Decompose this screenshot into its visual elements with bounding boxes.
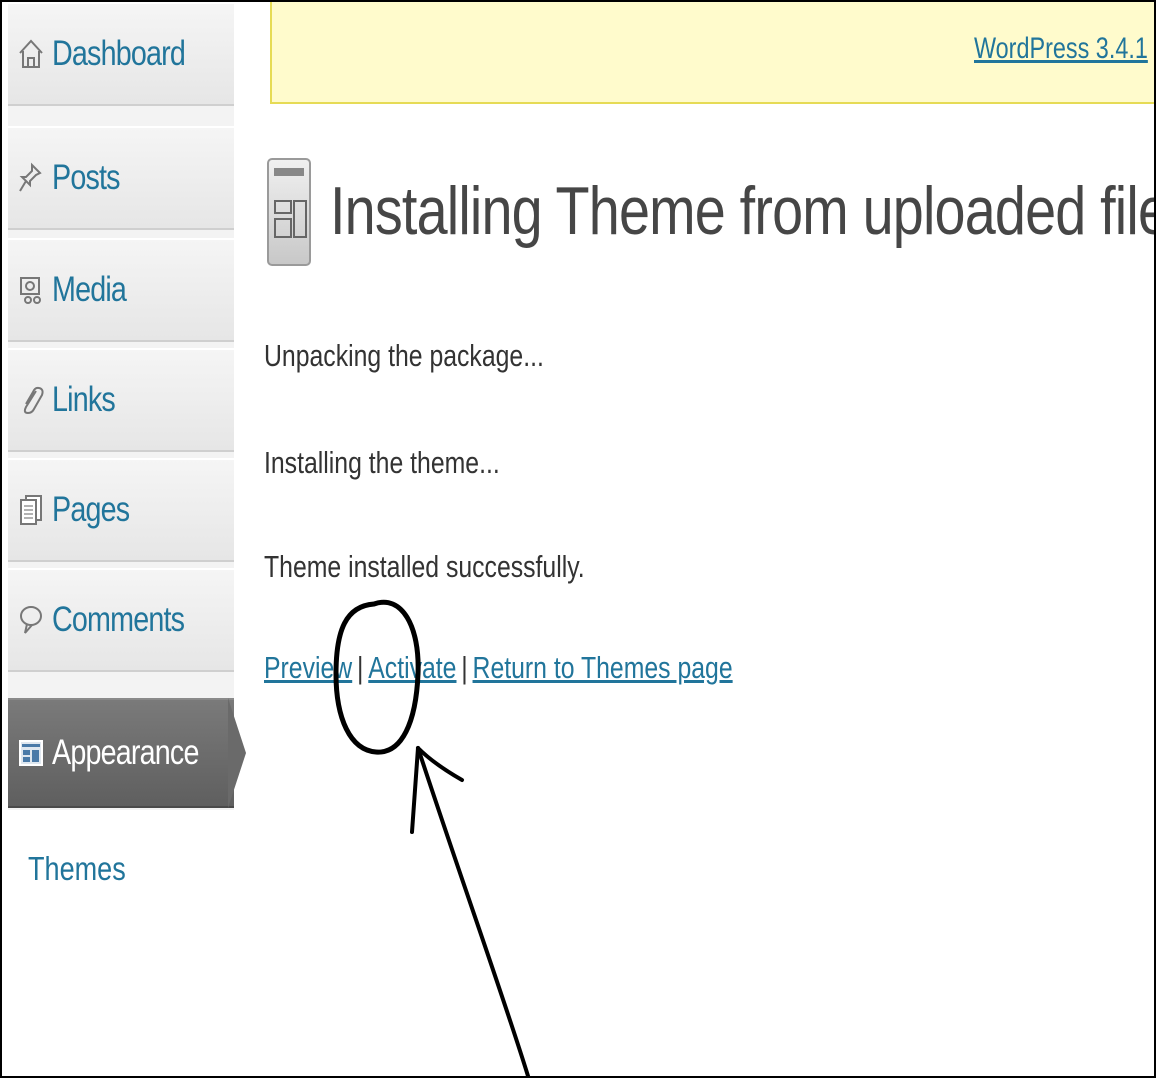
separator: |: [461, 650, 468, 685]
sidebar-item-pages[interactable]: Pages: [8, 458, 234, 562]
separator: |: [357, 650, 364, 685]
sidebar-item-media[interactable]: Media: [8, 238, 234, 342]
appearance-page-icon: [267, 158, 311, 266]
annotation-arrow-head-left: [410, 746, 420, 834]
appearance-icon: [18, 736, 44, 770]
sidebar-item-comments[interactable]: Comments: [8, 568, 234, 672]
house-icon: [18, 37, 44, 71]
pages-icon: [18, 493, 44, 527]
appearance-submenu: Themes: [8, 810, 234, 902]
sidebar-item-label: Dashboard: [52, 34, 186, 73]
activate-link[interactable]: Activate: [368, 650, 456, 685]
sidebar-item-label: Appearance: [52, 733, 199, 772]
annotation-arrow-shaft: [416, 746, 530, 1076]
sidebar-item-label: Media: [52, 270, 127, 309]
wordpress-version-link[interactable]: WordPress 3.4.1: [974, 32, 1148, 65]
return-to-themes-link[interactable]: Return to Themes page: [473, 650, 733, 685]
update-notice-rest: is av: [1148, 32, 1154, 65]
status-unpacking: Unpacking the package...: [264, 338, 544, 373]
speech-bubble-icon: [18, 603, 44, 637]
sidebar-item-label: Comments: [52, 600, 185, 639]
sidebar-item-label: Posts: [52, 158, 121, 197]
submenu-item-themes[interactable]: Themes: [28, 850, 126, 888]
active-menu-arrow: [228, 698, 246, 808]
page-title: Installing Theme from uploaded file: bra…: [330, 173, 1154, 249]
update-notice: WordPress 3.4.1 is av: [270, 2, 1154, 104]
sidebar-item-dashboard[interactable]: Dashboard: [8, 2, 234, 106]
preview-link[interactable]: Preview: [264, 650, 352, 685]
sidebar-item-posts[interactable]: Posts: [8, 126, 234, 230]
admin-sidebar: Dashboard Posts Media Links Pages Commen…: [8, 2, 234, 902]
annotation-arrow-head-right: [416, 746, 464, 782]
theme-actions: Preview | Activate | Return to Themes page: [264, 650, 733, 686]
sidebar-item-label: Links: [52, 380, 116, 419]
media-icon: [18, 273, 44, 307]
screenshot-frame: Dashboard Posts Media Links Pages Commen…: [0, 0, 1156, 1078]
update-notice-text: WordPress 3.4.1 is av: [974, 32, 1154, 66]
status-success: Theme installed successfully.: [264, 549, 585, 584]
pushpin-icon: [18, 161, 44, 195]
sidebar-item-appearance[interactable]: Appearance: [8, 698, 234, 808]
sidebar-item-label: Pages: [52, 490, 130, 529]
sidebar-item-links[interactable]: Links: [8, 348, 234, 452]
paperclip-icon: [18, 383, 44, 417]
status-installing: Installing the theme...: [264, 445, 500, 480]
